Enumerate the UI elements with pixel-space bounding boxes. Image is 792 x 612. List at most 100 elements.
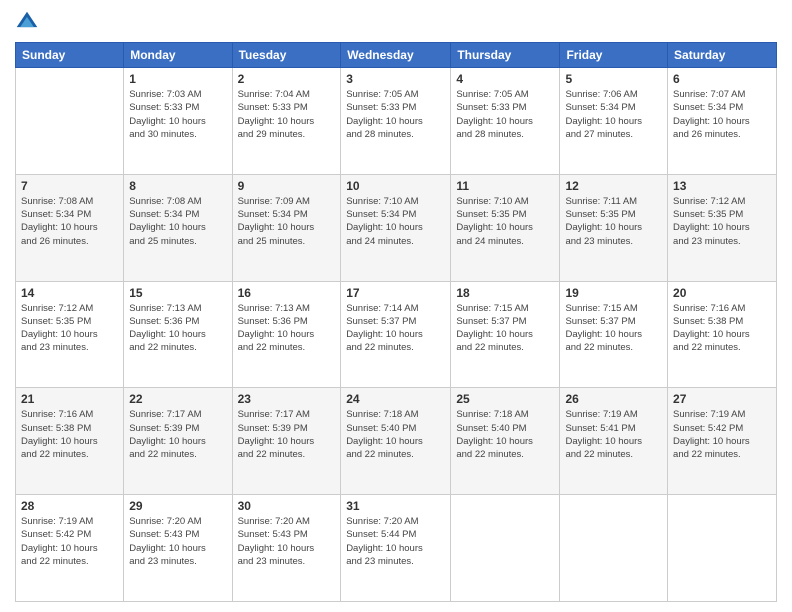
calendar-cell: 1Sunrise: 7:03 AM Sunset: 5:33 PM Daylig… xyxy=(124,68,232,175)
day-info: Sunrise: 7:08 AM Sunset: 5:34 PM Dayligh… xyxy=(129,195,226,248)
calendar-cell: 26 Sunrise: 7:19 AM Sunset: 5:41 PM Dayli… xyxy=(560,388,668,495)
calendar-week-4: 21Sunrise: 7:16 AM Sunset: 5:38 PM Dayli… xyxy=(16,388,777,495)
day-info: Sunrise: 7:12 AM Sunset: 5:35 PM Dayligh… xyxy=(673,195,771,248)
day-number: 17 xyxy=(346,286,445,300)
calendar-cell xyxy=(16,68,124,175)
day-info: Sunrise: 7:19 AM Sunset: 5:42 PM Dayligh… xyxy=(21,515,118,568)
day-info: Sunrise: 7:05 AM Sunset: 5:33 PM Dayligh… xyxy=(346,88,445,141)
day-info: Sunrise: 7:17 AM Sunset: 5:39 PM Dayligh… xyxy=(129,408,226,461)
day-info: Sunrise: 7:20 AM Sunset: 5:43 PM Dayligh… xyxy=(129,515,226,568)
day-info: Sunrise: 7:17 AM Sunset: 5:39 PM Dayligh… xyxy=(238,408,336,461)
day-number: 3 xyxy=(346,72,445,86)
day-info: Sunrise: 7:20 AM Sunset: 5:44 PM Dayligh… xyxy=(346,515,445,568)
calendar-cell: 23 Sunrise: 7:17 AM Sunset: 5:39 PM Dayli… xyxy=(232,388,341,495)
day-number: 14 xyxy=(21,286,118,300)
calendar-cell: 16Sunrise: 7:13 AM Sunset: 5:36 PM Dayli… xyxy=(232,281,341,388)
calendar-cell: 24 Sunrise: 7:18 AM Sunset: 5:40 PM Dayli… xyxy=(341,388,451,495)
day-number: 15 xyxy=(129,286,226,300)
day-info: Sunrise: 7:04 AM Sunset: 5:33 PM Dayligh… xyxy=(238,88,336,141)
logo xyxy=(15,10,43,34)
calendar-week-2: 7 Sunrise: 7:08 AM Sunset: 5:34 PM Daylig… xyxy=(16,174,777,281)
day-number: 4 xyxy=(456,72,554,86)
calendar-cell: 5 Sunrise: 7:06 AM Sunset: 5:34 PM Daylig… xyxy=(560,68,668,175)
calendar-week-5: 28 Sunrise: 7:19 AM Sunset: 5:42 PM Dayli… xyxy=(16,495,777,602)
day-number: 5 xyxy=(565,72,662,86)
day-number: 26 xyxy=(565,392,662,406)
day-info: Sunrise: 7:11 AM Sunset: 5:35 PM Dayligh… xyxy=(565,195,662,248)
day-info: Sunrise: 7:09 AM Sunset: 5:34 PM Dayligh… xyxy=(238,195,336,248)
calendar-cell xyxy=(668,495,777,602)
calendar-cell: 14 Sunrise: 7:12 AM Sunset: 5:35 PM Dayli… xyxy=(16,281,124,388)
day-number: 30 xyxy=(238,499,336,513)
calendar-cell: 15 Sunrise: 7:13 AM Sunset: 5:36 PM Dayli… xyxy=(124,281,232,388)
day-info: Sunrise: 7:18 AM Sunset: 5:40 PM Dayligh… xyxy=(346,408,445,461)
calendar-cell: 9 Sunrise: 7:09 AM Sunset: 5:34 PM Daylig… xyxy=(232,174,341,281)
calendar-cell: 11 Sunrise: 7:10 AM Sunset: 5:35 PM Dayli… xyxy=(451,174,560,281)
header-row: SundayMondayTuesdayWednesdayThursdayFrid… xyxy=(16,43,777,68)
day-info: Sunrise: 7:12 AM Sunset: 5:35 PM Dayligh… xyxy=(21,302,118,355)
day-number: 10 xyxy=(346,179,445,193)
calendar-header: SundayMondayTuesdayWednesdayThursdayFrid… xyxy=(16,43,777,68)
day-info: Sunrise: 7:06 AM Sunset: 5:34 PM Dayligh… xyxy=(565,88,662,141)
day-info: Sunrise: 7:15 AM Sunset: 5:37 PM Dayligh… xyxy=(456,302,554,355)
calendar-cell: 19 Sunrise: 7:15 AM Sunset: 5:37 PM Dayli… xyxy=(560,281,668,388)
day-number: 7 xyxy=(21,179,118,193)
header-cell-sunday: Sunday xyxy=(16,43,124,68)
calendar-week-1: 1Sunrise: 7:03 AM Sunset: 5:33 PM Daylig… xyxy=(16,68,777,175)
header-cell-saturday: Saturday xyxy=(668,43,777,68)
day-info: Sunrise: 7:19 AM Sunset: 5:41 PM Dayligh… xyxy=(565,408,662,461)
calendar: SundayMondayTuesdayWednesdayThursdayFrid… xyxy=(15,42,777,602)
calendar-cell xyxy=(560,495,668,602)
day-info: Sunrise: 7:15 AM Sunset: 5:37 PM Dayligh… xyxy=(565,302,662,355)
calendar-cell: 2 Sunrise: 7:04 AM Sunset: 5:33 PM Daylig… xyxy=(232,68,341,175)
calendar-cell: 29 Sunrise: 7:20 AM Sunset: 5:43 PM Dayli… xyxy=(124,495,232,602)
day-number: 24 xyxy=(346,392,445,406)
day-number: 27 xyxy=(673,392,771,406)
day-info: Sunrise: 7:10 AM Sunset: 5:35 PM Dayligh… xyxy=(456,195,554,248)
logo-icon xyxy=(15,10,39,34)
day-number: 21 xyxy=(21,392,118,406)
day-number: 31 xyxy=(346,499,445,513)
header-cell-tuesday: Tuesday xyxy=(232,43,341,68)
day-info: Sunrise: 7:07 AM Sunset: 5:34 PM Dayligh… xyxy=(673,88,771,141)
day-number: 12 xyxy=(565,179,662,193)
day-info: Sunrise: 7:08 AM Sunset: 5:34 PM Dayligh… xyxy=(21,195,118,248)
day-info: Sunrise: 7:19 AM Sunset: 5:42 PM Dayligh… xyxy=(673,408,771,461)
calendar-cell xyxy=(451,495,560,602)
calendar-cell: 18Sunrise: 7:15 AM Sunset: 5:37 PM Dayli… xyxy=(451,281,560,388)
header xyxy=(15,10,777,34)
day-number: 11 xyxy=(456,179,554,193)
day-info: Sunrise: 7:10 AM Sunset: 5:34 PM Dayligh… xyxy=(346,195,445,248)
day-number: 16 xyxy=(238,286,336,300)
day-info: Sunrise: 7:13 AM Sunset: 5:36 PM Dayligh… xyxy=(129,302,226,355)
day-number: 23 xyxy=(238,392,336,406)
header-cell-wednesday: Wednesday xyxy=(341,43,451,68)
calendar-cell: 31 Sunrise: 7:20 AM Sunset: 5:44 PM Dayli… xyxy=(341,495,451,602)
calendar-cell: 8Sunrise: 7:08 AM Sunset: 5:34 PM Daylig… xyxy=(124,174,232,281)
day-number: 28 xyxy=(21,499,118,513)
header-cell-thursday: Thursday xyxy=(451,43,560,68)
calendar-cell: 10 Sunrise: 7:10 AM Sunset: 5:34 PM Dayli… xyxy=(341,174,451,281)
day-number: 19 xyxy=(565,286,662,300)
header-cell-friday: Friday xyxy=(560,43,668,68)
header-cell-monday: Monday xyxy=(124,43,232,68)
calendar-week-3: 14 Sunrise: 7:12 AM Sunset: 5:35 PM Dayli… xyxy=(16,281,777,388)
day-number: 20 xyxy=(673,286,771,300)
calendar-cell: 13 Sunrise: 7:12 AM Sunset: 5:35 PM Dayli… xyxy=(668,174,777,281)
calendar-cell: 27 Sunrise: 7:19 AM Sunset: 5:42 PM Dayli… xyxy=(668,388,777,495)
day-info: Sunrise: 7:20 AM Sunset: 5:43 PM Dayligh… xyxy=(238,515,336,568)
calendar-cell: 21Sunrise: 7:16 AM Sunset: 5:38 PM Dayli… xyxy=(16,388,124,495)
calendar-cell: 20Sunrise: 7:16 AM Sunset: 5:38 PM Dayli… xyxy=(668,281,777,388)
calendar-cell: 7 Sunrise: 7:08 AM Sunset: 5:34 PM Daylig… xyxy=(16,174,124,281)
calendar-cell: 28 Sunrise: 7:19 AM Sunset: 5:42 PM Dayli… xyxy=(16,495,124,602)
calendar-cell: 22Sunrise: 7:17 AM Sunset: 5:39 PM Dayli… xyxy=(124,388,232,495)
day-number: 29 xyxy=(129,499,226,513)
day-number: 13 xyxy=(673,179,771,193)
calendar-cell: 12 Sunrise: 7:11 AM Sunset: 5:35 PM Dayli… xyxy=(560,174,668,281)
day-number: 2 xyxy=(238,72,336,86)
day-info: Sunrise: 7:05 AM Sunset: 5:33 PM Dayligh… xyxy=(456,88,554,141)
day-number: 9 xyxy=(238,179,336,193)
calendar-cell: 17 Sunrise: 7:14 AM Sunset: 5:37 PM Dayli… xyxy=(341,281,451,388)
calendar-cell: 25Sunrise: 7:18 AM Sunset: 5:40 PM Dayli… xyxy=(451,388,560,495)
day-info: Sunrise: 7:14 AM Sunset: 5:37 PM Dayligh… xyxy=(346,302,445,355)
